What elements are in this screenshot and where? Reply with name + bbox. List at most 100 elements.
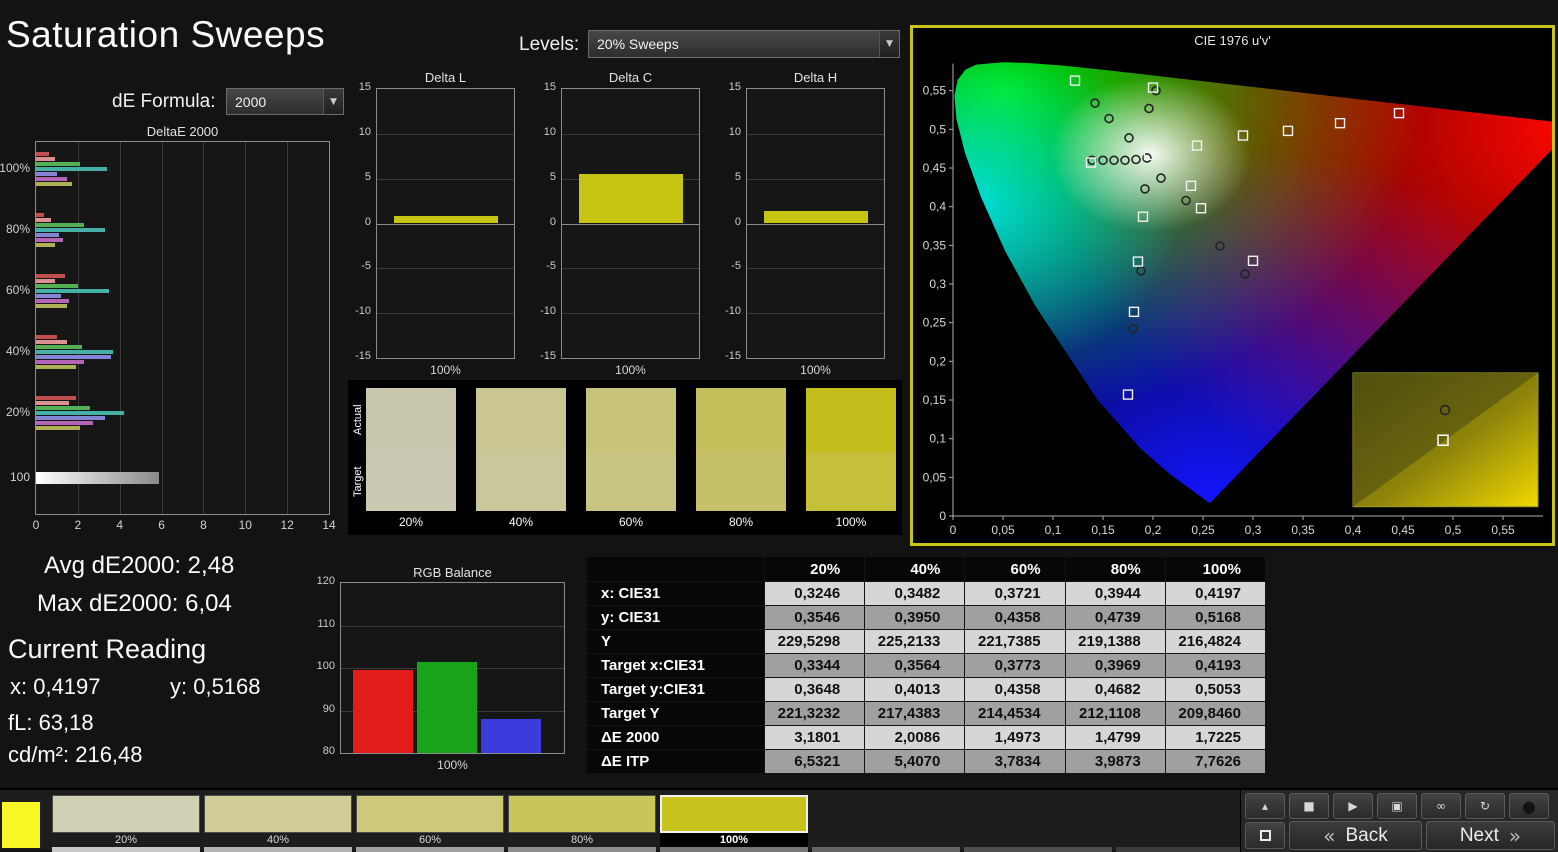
y-tick-label: 0	[364, 215, 371, 228]
gridline	[747, 133, 884, 135]
levels-dropdown[interactable]: 20% Sweeps ▼	[588, 30, 900, 58]
bar	[36, 335, 57, 339]
svg-text:0,35: 0,35	[1291, 523, 1315, 537]
x-tick-label: 4	[116, 518, 124, 532]
gridline	[377, 313, 514, 315]
y-group-label: 40%	[5, 343, 30, 358]
y-tick-label: -15	[540, 350, 556, 362]
bar	[36, 284, 78, 288]
gridline	[377, 133, 514, 135]
chevron-down-icon[interactable]: ▼	[323, 89, 343, 114]
svg-text:0,45: 0,45	[923, 161, 947, 175]
gridline	[287, 142, 289, 514]
bar	[36, 238, 64, 242]
back-label: Back	[1345, 824, 1388, 846]
continuous-button[interactable]: ∞	[1421, 793, 1461, 819]
gridline	[377, 178, 514, 180]
current-cd: cd/m²: 216,48	[8, 742, 143, 767]
back-button[interactable]: « Back	[1289, 821, 1422, 850]
chevron-down-icon[interactable]: ▼	[879, 31, 899, 57]
y-tick-label: 5	[364, 170, 371, 183]
rgb-bar-green	[417, 662, 477, 753]
deltae2000-chart-title: DeltaE 2000	[146, 124, 219, 139]
y-tick-label: 10	[728, 125, 741, 138]
de-formula-dropdown[interactable]: 2000 ▼	[226, 88, 344, 115]
delta-h-title: Delta H	[793, 70, 838, 85]
bar	[36, 416, 106, 420]
bar	[36, 360, 85, 364]
svg-text:0,3: 0,3	[929, 277, 946, 291]
bar	[36, 289, 110, 293]
next-button[interactable]: Next »	[1426, 821, 1555, 850]
gridline	[562, 268, 699, 270]
swatch-row: 20% 40% 60% 80% 100%	[366, 388, 896, 531]
y-tick-label: -15	[355, 350, 371, 362]
levels-value: 20% Sweeps	[597, 36, 679, 52]
x-tick-label: 2	[74, 518, 82, 532]
swatch-target	[586, 452, 676, 511]
delta-l-ylabels: 15 10 5 0 -5 -10 -15	[350, 81, 374, 362]
svg-text:0,05: 0,05	[923, 470, 947, 484]
gridline	[562, 223, 699, 225]
bar	[36, 345, 83, 349]
delta-c-plot	[561, 88, 700, 359]
y-tick-label: -15	[725, 350, 741, 362]
bar	[36, 350, 114, 354]
y-tick-label: 110	[317, 617, 335, 630]
eject-button[interactable]: ▴	[1245, 793, 1285, 819]
status-button[interactable]: ●	[1509, 793, 1549, 819]
measurement-table: 20% 40% 60% 80% 100% x: CIE31 0,3246 0,3482 0,3…	[586, 556, 1267, 774]
de-formula-label: dE Formula:	[112, 91, 216, 112]
bottom-bar: 20% 40% 60% 80% 100% ▴ ■ ▶ ▣ ∞ ↻ ● « Back Next »	[0, 788, 1558, 852]
patch-button[interactable]: 80%	[508, 795, 656, 847]
delta-bar	[393, 216, 498, 224]
table-row: Target Y 221,3232 217,4383 214,4534 212,1108…	[586, 701, 1267, 726]
bar	[36, 213, 45, 217]
bar	[36, 177, 68, 181]
swatch-label: 100%	[835, 515, 867, 529]
svg-text:0,1: 0,1	[929, 432, 946, 446]
swatch-actual	[586, 388, 676, 452]
table-cell: 214,4534	[964, 701, 1066, 726]
delta-h-xlabel: 100%	[800, 363, 831, 377]
patch-button[interactable]: 60%	[356, 795, 504, 847]
pattern-window-button[interactable]: ▣	[1377, 793, 1417, 819]
bar	[36, 406, 91, 410]
table-cell: 219,1388	[1064, 629, 1166, 654]
patch-button[interactable]: 40%	[204, 795, 352, 847]
cie-panel: CIE 1976 u'v' 0 0,05 0,1 0,15 0,2 0,25 0,3 0,35…	[910, 25, 1555, 546]
bar	[36, 340, 68, 344]
play-button[interactable]: ▶	[1333, 793, 1373, 819]
patch-button[interactable]: 20%	[52, 795, 200, 847]
stop-button[interactable]: ■	[1289, 793, 1329, 819]
bar	[36, 396, 76, 400]
y-tick-label: -5	[546, 260, 556, 273]
patch-color	[52, 795, 200, 833]
table-row-label: x: CIE31	[586, 581, 765, 606]
y-group-label: 60%	[5, 282, 30, 297]
gridline	[747, 268, 884, 270]
bar	[36, 294, 62, 298]
svg-text:0,35: 0,35	[923, 238, 947, 252]
loop-button[interactable]: ↻	[1465, 793, 1505, 819]
y-tick-label: 120	[316, 575, 335, 587]
table-row: ΔE 2000 3,1801 2,0086 1,4973 1,4799 1,7225	[586, 725, 1267, 750]
deltae2000-ylabels: 100% 80% 60% 40% 20% 100	[0, 141, 34, 515]
y-tick-label: 15	[543, 81, 556, 93]
rgb-bar-red	[353, 669, 413, 753]
patch-color	[660, 795, 808, 833]
delta-h-ylabels: 15 10 5 0 -5 -10 -15	[720, 81, 744, 362]
svg-text:0,25: 0,25	[1191, 523, 1215, 537]
swatch: 20%	[366, 388, 456, 531]
y-tick-label: 90	[322, 702, 335, 715]
bar	[36, 304, 68, 308]
y-tick-label: -5	[731, 260, 741, 273]
table-cell: 0,4358	[964, 677, 1066, 702]
svg-text:0,15: 0,15	[923, 393, 947, 407]
current-reading-title: Current Reading	[8, 634, 207, 664]
swatch-actual	[476, 388, 566, 452]
patch-button[interactable]: 100%	[660, 795, 808, 847]
svg-text:0,55: 0,55	[1491, 523, 1515, 537]
stop-pattern-button[interactable]	[1245, 822, 1285, 849]
gridline	[245, 142, 247, 514]
